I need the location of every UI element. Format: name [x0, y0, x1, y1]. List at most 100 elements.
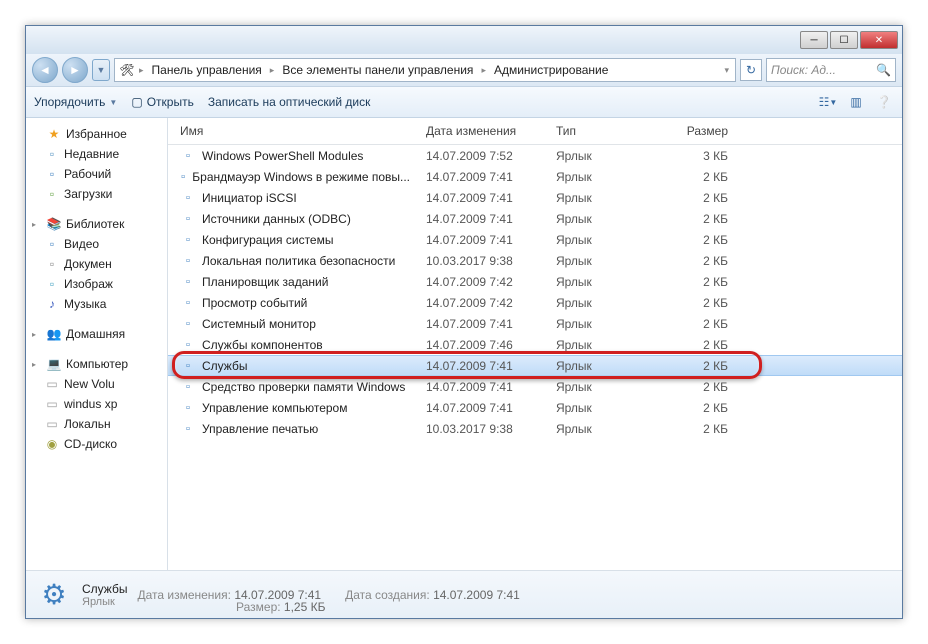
sidebar-homegroup[interactable]: ▸👥Домашняя — [26, 324, 167, 344]
file-size: 2 КБ — [668, 170, 768, 184]
computer-icon: 💻 — [46, 356, 62, 372]
breadcrumb-item[interactable]: Все элементы панели управления — [278, 61, 477, 79]
help-button[interactable]: ❔ — [874, 92, 894, 112]
column-date[interactable]: Дата изменения — [418, 122, 548, 140]
file-size: 2 КБ — [668, 275, 768, 289]
explorer-window: ─ ☐ ✕ ◄ ► ▼ 🛠 ▸ Панель управления ▸ Все … — [25, 25, 903, 619]
file-name: Источники данных (ODBC) — [202, 212, 351, 226]
file-row[interactable]: ▫Источники данных (ODBC)14.07.2009 7:41Я… — [168, 208, 902, 229]
file-row[interactable]: ▫Средство проверки памяти Windows14.07.2… — [168, 376, 902, 397]
recent-icon: ▫ — [44, 146, 60, 162]
file-row[interactable]: ▫Службы14.07.2009 7:41Ярлык2 КБ — [168, 355, 902, 376]
file-size: 2 КБ — [668, 401, 768, 415]
file-date: 14.07.2009 7:41 — [418, 233, 548, 247]
file-row[interactable]: ▫Брандмауэр Windows в режиме повы...14.0… — [168, 166, 902, 187]
open-button[interactable]: ▢ Открыть — [131, 95, 193, 109]
file-name: Локальная политика безопасности — [202, 254, 395, 268]
view-options-button[interactable]: ☷ ▼ — [818, 92, 838, 112]
file-row[interactable]: ▫Конфигурация системы14.07.2009 7:41Ярлы… — [168, 229, 902, 250]
file-name: Инициатор iSCSI — [202, 191, 297, 205]
sidebar-item-drive[interactable]: ▭windus xp — [26, 394, 167, 414]
drive-icon: ▭ — [44, 416, 60, 432]
drive-icon: ▭ — [44, 376, 60, 392]
file-type: Ярлык — [548, 296, 668, 310]
search-icon: 🔍 — [876, 63, 891, 77]
sidebar-computer[interactable]: ▸💻Компьютер — [26, 354, 167, 374]
file-name: Конфигурация системы — [202, 233, 333, 247]
organize-button[interactable]: Упорядочить ▼ — [34, 95, 117, 109]
file-date: 14.07.2009 7:41 — [418, 191, 548, 205]
sidebar-item-recent[interactable]: ▫Недавние — [26, 144, 167, 164]
file-row[interactable]: ▫Локальная политика безопасности10.03.20… — [168, 250, 902, 271]
file-type: Ярлык — [548, 359, 668, 373]
file-type: Ярлык — [548, 422, 668, 436]
minimize-button[interactable]: ─ — [800, 31, 828, 49]
maximize-button[interactable]: ☐ — [830, 31, 858, 49]
sidebar-item-desktop[interactable]: ▫Рабочий — [26, 164, 167, 184]
file-type: Ярлык — [548, 254, 668, 268]
file-list[interactable]: ▫Windows PowerShell Modules14.07.2009 7:… — [168, 145, 902, 570]
file-date: 14.07.2009 7:41 — [418, 359, 548, 373]
shortcut-icon: ▫ — [180, 148, 196, 164]
sidebar-item-cd[interactable]: ◉CD-диско — [26, 434, 167, 454]
file-row[interactable]: ▫Управление печатью10.03.2017 9:38Ярлык2… — [168, 418, 902, 439]
file-date: 14.07.2009 7:42 — [418, 296, 548, 310]
file-type: Ярлык — [548, 149, 668, 163]
sidebar-item-downloads[interactable]: ▫Загрузки — [26, 184, 167, 204]
file-date: 10.03.2017 9:38 — [418, 422, 548, 436]
column-name[interactable]: Имя — [168, 122, 418, 140]
dropdown-icon[interactable]: ▾ — [722, 65, 731, 76]
column-size[interactable]: Размер — [668, 122, 768, 140]
sidebar-item-videos[interactable]: ▫Видео — [26, 234, 167, 254]
file-date: 14.07.2009 7:41 — [418, 170, 548, 184]
gear-icon: ⚙ — [36, 577, 72, 613]
sidebar-item-music[interactable]: ♪Музыка — [26, 294, 167, 314]
file-date: 14.07.2009 7:41 — [418, 212, 548, 226]
search-input[interactable]: Поиск: Ад... 🔍 — [766, 58, 896, 82]
file-size: 3 КБ — [668, 149, 768, 163]
address-bar[interactable]: 🛠 ▸ Панель управления ▸ Все элементы пан… — [114, 58, 736, 82]
burn-button[interactable]: Записать на оптический диск — [208, 95, 371, 109]
chevron-icon: ▸ — [268, 65, 277, 76]
file-name: Брандмауэр Windows в режиме повы... — [192, 170, 410, 184]
file-size: 2 КБ — [668, 317, 768, 331]
file-type: Ярлык — [548, 317, 668, 331]
star-icon: ★ — [46, 126, 62, 142]
file-row[interactable]: ▫Службы компонентов14.07.2009 7:46Ярлык2… — [168, 334, 902, 355]
breadcrumb-item[interactable]: Администрирование — [490, 61, 612, 79]
file-name: Средство проверки памяти Windows — [202, 380, 405, 394]
column-type[interactable]: Тип — [548, 122, 668, 140]
sidebar-favorites[interactable]: ★Избранное — [26, 124, 167, 144]
file-type: Ярлык — [548, 212, 668, 226]
close-button[interactable]: ✕ — [860, 31, 898, 49]
back-button[interactable]: ◄ — [32, 57, 58, 83]
file-type: Ярлык — [548, 170, 668, 184]
details-pane: ⚙ Службы Ярлык Дата изменения: 14.07.200… — [26, 570, 902, 618]
desktop-icon: ▫ — [44, 166, 60, 182]
forward-button[interactable]: ► — [62, 57, 88, 83]
shortcut-icon: ▫ — [180, 274, 196, 290]
history-dropdown[interactable]: ▼ — [92, 59, 110, 81]
breadcrumb-item[interactable]: Панель управления — [148, 61, 266, 79]
sidebar-item-pictures[interactable]: ▫Изображ — [26, 274, 167, 294]
preview-pane-button[interactable]: ▥ — [846, 92, 866, 112]
file-row[interactable]: ▫Инициатор iSCSI14.07.2009 7:41Ярлык2 КБ — [168, 187, 902, 208]
file-size: 2 КБ — [668, 254, 768, 268]
sidebar-libraries[interactable]: ▸📚Библиотек — [26, 214, 167, 234]
file-row[interactable]: ▫Windows PowerShell Modules14.07.2009 7:… — [168, 145, 902, 166]
file-name: Просмотр событий — [202, 296, 307, 310]
file-row[interactable]: ▫Системный монитор14.07.2009 7:41Ярлык2 … — [168, 313, 902, 334]
details-type: Ярлык — [82, 596, 127, 608]
refresh-button[interactable]: ↻ — [740, 59, 762, 81]
file-type: Ярлык — [548, 401, 668, 415]
file-row[interactable]: ▫Управление компьютером14.07.2009 7:41Яр… — [168, 397, 902, 418]
sidebar-item-documents[interactable]: ▫Докумен — [26, 254, 167, 274]
file-date: 14.07.2009 7:41 — [418, 380, 548, 394]
file-row[interactable]: ▫Планировщик заданий14.07.2009 7:42Ярлык… — [168, 271, 902, 292]
sidebar-item-drive[interactable]: ▭Локальн — [26, 414, 167, 434]
file-type: Ярлык — [548, 380, 668, 394]
video-icon: ▫ — [44, 236, 60, 252]
file-row[interactable]: ▫Просмотр событий14.07.2009 7:42Ярлык2 К… — [168, 292, 902, 313]
sidebar-item-drive[interactable]: ▭New Volu — [26, 374, 167, 394]
file-type: Ярлык — [548, 233, 668, 247]
